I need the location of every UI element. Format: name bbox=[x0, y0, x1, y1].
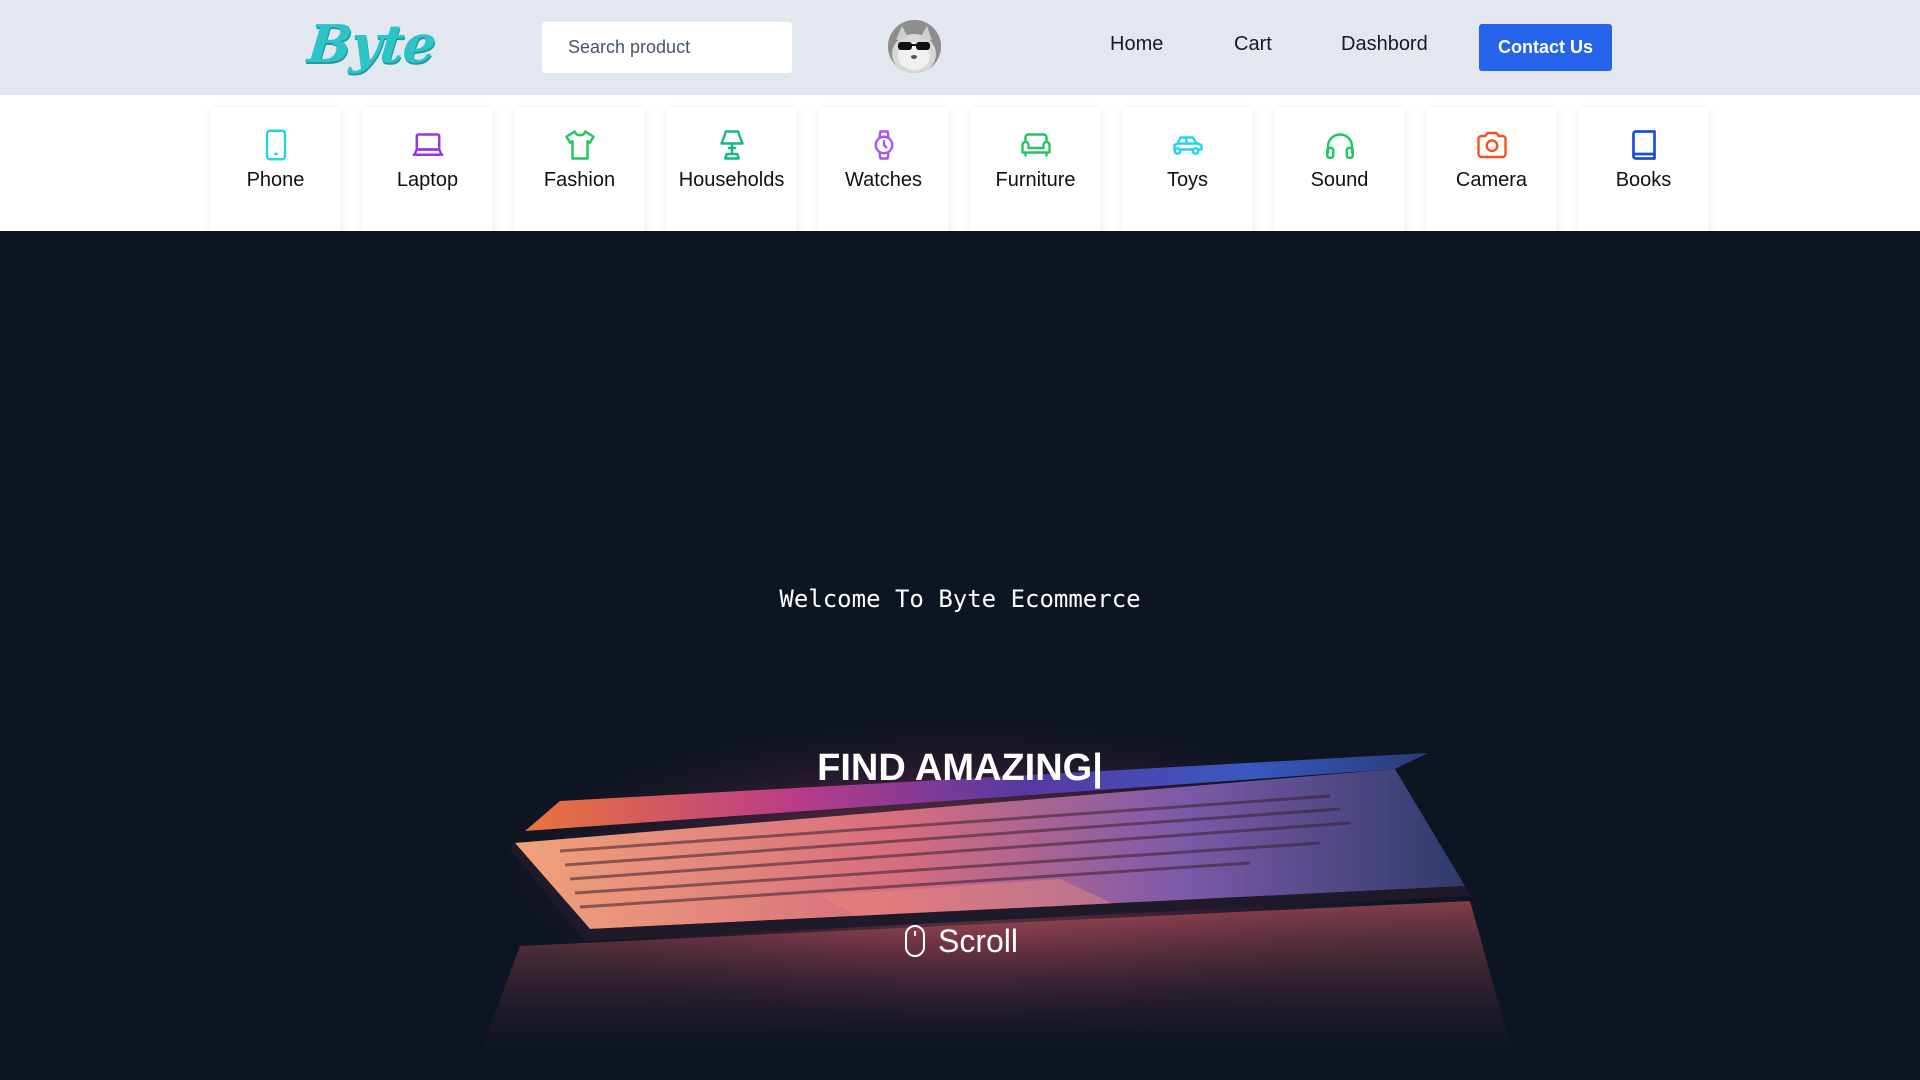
category-label: Fashion bbox=[543, 169, 616, 191]
category-phone[interactable]: Phone bbox=[210, 107, 341, 231]
category-label: Phone bbox=[246, 169, 305, 191]
contact-us-button[interactable]: Contact Us bbox=[1479, 24, 1612, 71]
shirt-icon bbox=[562, 127, 598, 163]
category-toys[interactable]: Toys bbox=[1122, 107, 1253, 231]
category-sound[interactable]: Sound bbox=[1274, 107, 1405, 231]
watch-icon bbox=[866, 127, 902, 163]
avatar[interactable] bbox=[888, 20, 941, 73]
phone-icon bbox=[258, 127, 294, 163]
category-label: Households bbox=[678, 169, 785, 191]
lamp-icon bbox=[714, 127, 750, 163]
category-watches[interactable]: Watches bbox=[818, 107, 949, 231]
headphones-icon bbox=[1322, 127, 1358, 163]
hero-banner: Welcome To Byte Ecommerce FIND AMAZING| … bbox=[0, 231, 1920, 1080]
category-label: Furniture bbox=[995, 169, 1076, 191]
camera-icon bbox=[1474, 127, 1510, 163]
sofa-icon bbox=[1018, 127, 1054, 163]
category-books[interactable]: Books bbox=[1578, 107, 1709, 231]
category-furniture[interactable]: Furniture bbox=[970, 107, 1101, 231]
laptop-icon bbox=[410, 127, 446, 163]
mouse-icon bbox=[904, 924, 926, 958]
nav-cart[interactable]: Cart bbox=[1234, 33, 1272, 56]
toy-car-icon bbox=[1170, 127, 1206, 163]
category-label: Sound bbox=[1310, 169, 1369, 191]
category-households[interactable]: Households bbox=[666, 107, 797, 231]
search-input[interactable] bbox=[542, 22, 792, 73]
avatar-cat-image bbox=[888, 20, 941, 73]
category-label: Watches bbox=[844, 169, 923, 191]
brand-logo[interactable]: Byte bbox=[305, 14, 439, 75]
scroll-indicator[interactable]: Scroll bbox=[904, 921, 1018, 961]
category-fashion[interactable]: Fashion bbox=[514, 107, 645, 231]
category-label: Toys bbox=[1166, 169, 1209, 191]
nav-home[interactable]: Home bbox=[1110, 33, 1163, 56]
welcome-text: Welcome To Byte Ecommerce bbox=[779, 585, 1141, 613]
category-camera[interactable]: Camera bbox=[1426, 107, 1557, 231]
top-navbar: Byte Home Cart Dashbord Contact Us bbox=[0, 0, 1920, 95]
category-label: Books bbox=[1615, 169, 1672, 191]
nav-dashboard[interactable]: Dashbord bbox=[1341, 33, 1428, 56]
book-icon bbox=[1626, 127, 1662, 163]
category-label: Camera bbox=[1455, 169, 1528, 191]
hero-headline: FIND AMAZING| bbox=[817, 747, 1103, 789]
category-laptop[interactable]: Laptop bbox=[362, 107, 493, 231]
category-label: Laptop bbox=[396, 169, 459, 191]
scroll-label: Scroll bbox=[938, 922, 1019, 959]
category-bar: Phone Laptop Fashion Households Watches … bbox=[0, 95, 1920, 231]
